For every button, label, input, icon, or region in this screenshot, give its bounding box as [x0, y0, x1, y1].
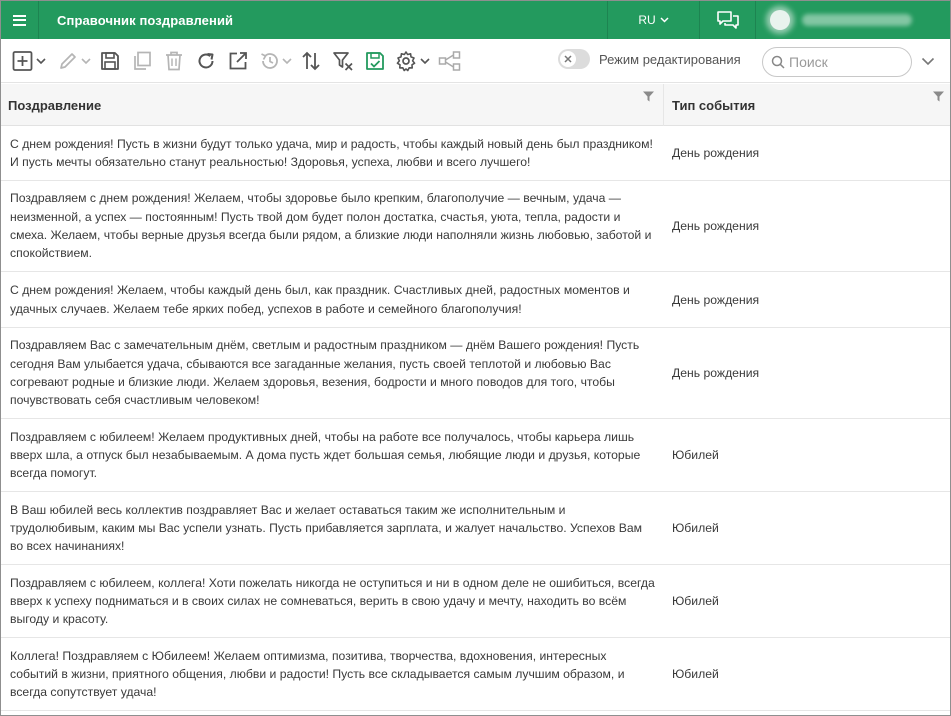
app-window: Справочник поздравлений RU Режим редакти… [0, 0, 951, 716]
greeting-cell: Поздравляем с юбилеем, коллега! Хоти пож… [10, 575, 655, 627]
edit-mode-control: Режим редактирования [558, 49, 741, 69]
language-label: RU [638, 13, 656, 27]
event-type-cell: День рождения [672, 219, 760, 233]
greeting-cell: В Ваш юбилей весь коллектив поздравляет … [10, 502, 643, 554]
search-box [762, 47, 912, 77]
hamburger-menu-button[interactable] [1, 1, 39, 39]
share-button[interactable] [438, 47, 462, 75]
table-header: Поздравление Тип события [1, 84, 950, 126]
table-row[interactable]: С днем рождения! Желаем, чтобы каждый де… [1, 272, 950, 328]
history-icon [261, 52, 292, 69]
copy-button[interactable] [130, 47, 154, 75]
column-header-event-type[interactable]: Тип события [664, 84, 950, 126]
chat-icon [716, 11, 739, 29]
sort-icon [302, 51, 320, 70]
save-check-button[interactable] [363, 47, 387, 75]
page-title: Справочник поздравлений [57, 12, 234, 28]
greeting-cell: С днем рождения! Желаем, чтобы каждый де… [10, 283, 630, 316]
table-row[interactable]: В Ваш юбилей весь коллектив поздравляет … [1, 492, 950, 565]
avatar [770, 10, 790, 30]
greeting-cell: Поздравляем с днем рождения! Желаем, что… [10, 191, 652, 261]
settings-icon [396, 50, 430, 71]
event-type-cell: Юбилей [672, 521, 719, 535]
table-row[interactable]: Поздравляем с днем рождения! Желаем, что… [1, 181, 950, 272]
user-profile[interactable] [756, 1, 950, 39]
event-type-cell: День рождения [672, 292, 760, 307]
hamburger-icon [13, 14, 26, 26]
edit-mode-toggle[interactable] [558, 49, 590, 69]
user-name-blurred [802, 14, 912, 26]
open-external-icon [229, 51, 247, 69]
event-type-cell: Юбилей [672, 448, 719, 462]
filter-icon[interactable] [932, 90, 945, 106]
event-type-cell: День рождения [672, 366, 760, 380]
add-icon [12, 50, 46, 71]
top-bar: Справочник поздравлений RU [1, 1, 950, 39]
sort-button[interactable] [299, 47, 323, 75]
edit-mode-label: Режим редактирования [599, 51, 741, 67]
event-type-cell: День рождения [672, 146, 760, 160]
copy-icon [134, 51, 151, 70]
filter-icon[interactable] [642, 90, 655, 106]
refresh-icon [198, 52, 214, 68]
save-icon [101, 51, 119, 70]
greeting-cell: Поздравляем Вас с замечательным днём, св… [10, 338, 640, 408]
edit-button[interactable] [57, 47, 93, 75]
toolbar: Режим редактирования [1, 39, 950, 83]
column-header-greeting[interactable]: Поздравление [1, 84, 664, 126]
table-row[interactable]: Поздравляем Вас с замечательным днём, св… [1, 328, 950, 419]
settings-button[interactable] [395, 47, 433, 75]
language-selector[interactable]: RU [607, 1, 700, 39]
add-button[interactable] [11, 47, 49, 75]
clear-filter-icon [333, 51, 353, 71]
search-input[interactable] [789, 54, 899, 70]
history-button[interactable] [258, 47, 296, 75]
save-button[interactable] [98, 47, 122, 75]
chevron-down-icon [921, 57, 935, 66]
column-header-label: Поздравление [8, 97, 102, 113]
greeting-cell: Коллега! Поздравляем с Юбилеем! Желаем о… [10, 648, 625, 700]
search-options-button[interactable] [921, 53, 935, 71]
table-row[interactable]: Коллега! Поздравляем с Юбилеем! Желаем о… [1, 638, 950, 711]
table-row[interactable]: С днем рождения! Пусть в жизни будут тол… [1, 126, 950, 181]
table-body: С днем рождения! Пусть в жизни будут тол… [1, 126, 950, 711]
greeting-cell: Поздравляем с юбилеем! Желаем продуктивн… [10, 429, 641, 481]
chevron-down-icon [660, 15, 669, 26]
table-row[interactable]: Поздравляем с юбилеем, коллега! Хоти пож… [1, 565, 950, 638]
column-header-label: Тип события [672, 97, 756, 113]
delete-icon [166, 51, 182, 70]
delete-button[interactable] [162, 47, 186, 75]
share-icon [438, 50, 461, 71]
close-icon [560, 51, 576, 67]
chat-button[interactable] [700, 1, 756, 39]
search-icon [771, 55, 785, 69]
event-type-cell: Юбилей [672, 667, 719, 681]
refresh-button[interactable] [194, 47, 218, 75]
clear-filter-button[interactable] [331, 47, 355, 75]
event-type-cell: Юбилей [672, 594, 719, 608]
save-check-icon [366, 51, 384, 70]
table-row[interactable]: Поздравляем с юбилеем! Желаем продуктивн… [1, 419, 950, 492]
open-external-button[interactable] [226, 47, 250, 75]
edit-icon [60, 52, 91, 69]
greeting-cell: С днем рождения! Пусть в жизни будут тол… [10, 136, 653, 169]
